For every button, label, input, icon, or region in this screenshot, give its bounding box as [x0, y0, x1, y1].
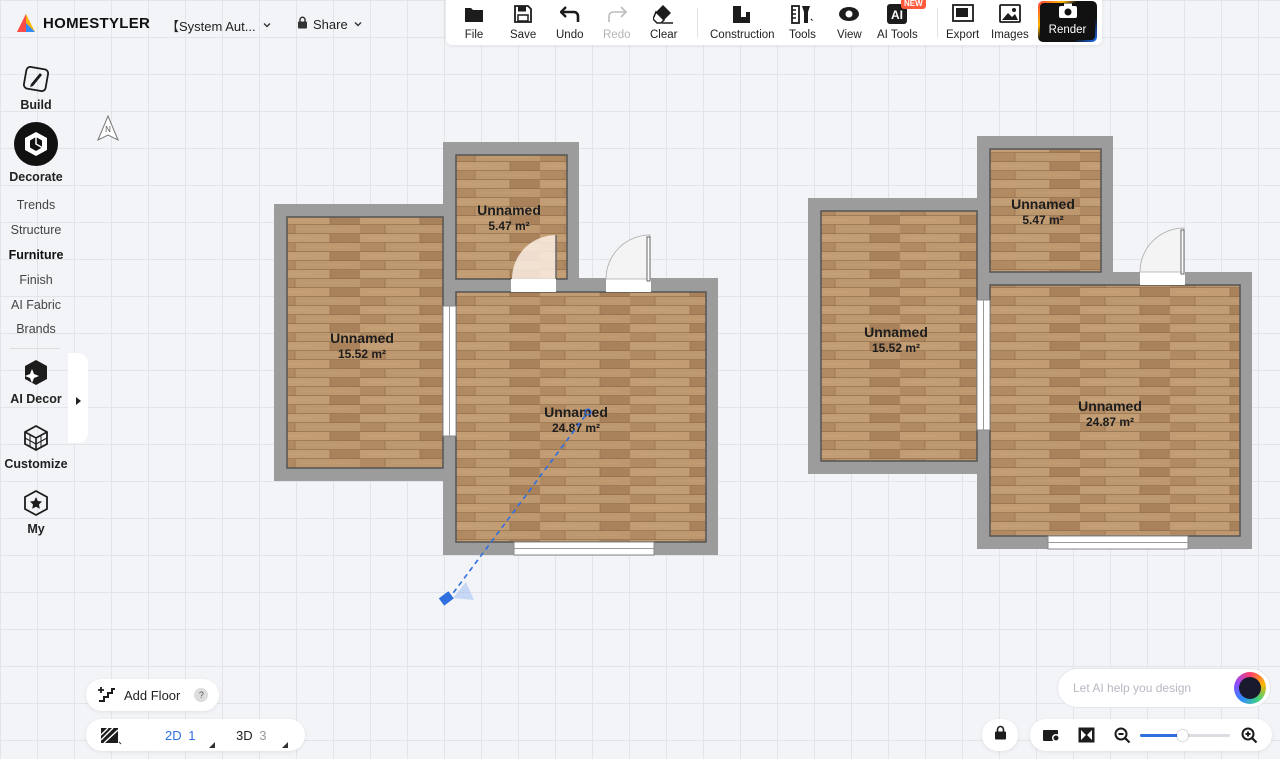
zoom-controls — [1030, 719, 1272, 751]
lock-button[interactable] — [982, 719, 1018, 751]
zoom-out-icon[interactable] — [1114, 727, 1131, 749]
floor-plan-left[interactable]: Unnamed 15.52 m² Unnamed 5.47 m² Unnamed… — [274, 142, 718, 556]
zoom-in-icon[interactable] — [1241, 727, 1258, 749]
add-floor-label: Add Floor — [124, 687, 181, 703]
room-name: Unnamed — [1011, 196, 1075, 212]
zoom-slider[interactable] — [1140, 730, 1230, 741]
view-3d-button[interactable]: 3D 3 — [236, 728, 288, 748]
room-name: Unnamed — [330, 330, 394, 346]
room-area: 5.47 m² — [1022, 213, 1063, 227]
floorplan-style-icon[interactable] — [100, 727, 122, 748]
room-area: 24.87 m² — [552, 421, 600, 435]
door-swing — [1139, 227, 1185, 273]
floor-plan-right[interactable]: Unnamed 15.52 m² Unnamed 5.47 m² Unnamed… — [808, 136, 1252, 550]
room-area: 5.47 m² — [488, 219, 529, 233]
lock-icon — [994, 725, 1007, 745]
zoom-slider-handle[interactable] — [1177, 730, 1189, 741]
help-icon[interactable]: ? — [194, 688, 209, 702]
ai-input-placeholder: Let AI help you design — [1073, 681, 1192, 695]
fit-view-icon[interactable] — [1078, 727, 1095, 748]
room-name: Unnamed — [864, 324, 928, 340]
view-3d-count: 3 — [259, 728, 267, 743]
view-2d-label: 2D — [165, 728, 182, 743]
door-opening — [1140, 272, 1185, 285]
zoom-slider-fill — [1140, 734, 1183, 737]
corner-caret-icon — [209, 736, 215, 751]
door-opening — [511, 279, 556, 292]
ai-assistant-input[interactable]: Let AI help you design — [1057, 668, 1271, 708]
room-name: Unnamed — [544, 404, 608, 420]
room-area: 15.52 m² — [338, 347, 386, 361]
view-2d-button[interactable]: 2D 1 — [165, 728, 215, 748]
view-3d-label: 3D — [236, 728, 253, 743]
camera-view-icon[interactable] — [1042, 727, 1062, 748]
view-2d-count: 1 — [188, 728, 196, 743]
room-name: Unnamed — [477, 202, 541, 218]
door-swing — [605, 234, 651, 280]
door-opening — [606, 279, 651, 292]
room-name: Unnamed — [1078, 398, 1142, 414]
corner-caret-icon — [282, 736, 288, 751]
ai-assistant-orb-icon[interactable] — [1234, 672, 1266, 704]
view-switcher: 2D 1 3D 3 — [86, 719, 305, 751]
floor-plan-canvas[interactable]: Unnamed 15.52 m² Unnamed 5.47 m² Unnamed… — [0, 0, 1280, 759]
add-floor-icon — [98, 686, 116, 705]
room-area: 24.87 m² — [1086, 415, 1134, 429]
add-floor-button[interactable]: Add Floor ? — [86, 679, 219, 711]
room-area: 15.52 m² — [872, 341, 920, 355]
